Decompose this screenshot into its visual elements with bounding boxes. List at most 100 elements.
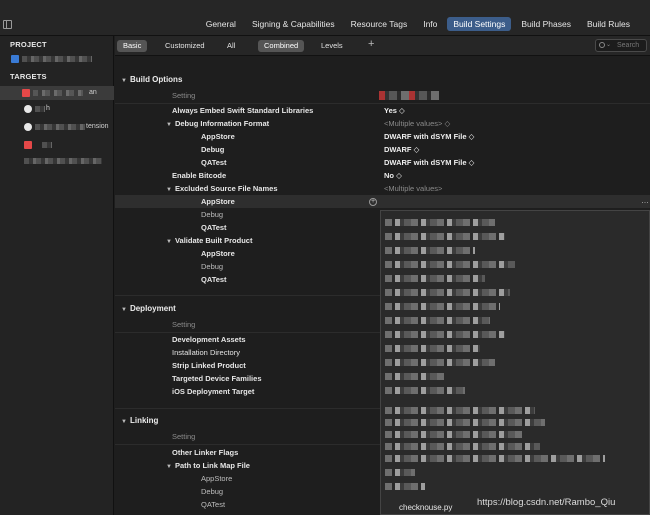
project-item[interactable] <box>0 52 114 66</box>
setting-label: Installation Directory <box>172 348 240 357</box>
setting-label-wrap: ▼ Excluded Source File Names <box>166 184 278 193</box>
setting-label: Debug <box>201 145 225 154</box>
redacted-text <box>35 124 85 130</box>
setting-label: Strip Linked Product <box>172 361 246 370</box>
popover-file-entry[interactable]: checknouse.py <box>399 503 452 512</box>
redacted-entry <box>385 289 510 296</box>
watermark: https://blog.csdn.net/Rambo_Qiu <box>477 497 616 508</box>
redacted-entry <box>385 233 505 240</box>
app-target-icon <box>24 141 32 149</box>
setting-label-wrap: ▼ Validate Built Product <box>166 236 252 245</box>
redacted-entry <box>385 345 480 352</box>
disclosure-triangle-icon[interactable]: ▼ <box>121 419 127 425</box>
redacted-entry <box>385 469 415 476</box>
linking-section[interactable]: ▼ Linking <box>121 416 158 425</box>
redacted-entry <box>385 247 475 254</box>
setting-label: QATest <box>201 275 227 284</box>
setting-value[interactable]: Yes ◇ <box>384 106 405 115</box>
tab-resource-tags[interactable]: Resource Tags <box>345 17 414 31</box>
tab-build-rules[interactable]: Build Rules <box>581 17 636 31</box>
filter-basic-button[interactable]: Basic <box>117 40 148 52</box>
setting-label: Debug Information Format <box>174 119 270 128</box>
setting-value[interactable]: DWARF ◇ <box>384 145 419 154</box>
target-item[interactable]: h <box>0 102 114 116</box>
redacted-entry <box>385 317 490 324</box>
setting-label: Targeted Device Families <box>172 374 262 383</box>
setting-label: Enable Bitcode <box>172 171 227 180</box>
build-options-section[interactable]: ▼ Build Options <box>121 75 182 84</box>
target-item[interactable]: an <box>0 86 114 100</box>
more-icon[interactable]: … <box>641 196 649 205</box>
deployment-section[interactable]: ▼ Deployment <box>121 304 176 313</box>
setting-label-wrap: ▼ Debug Information Format <box>166 119 269 128</box>
project-section-header: PROJECT <box>10 40 47 49</box>
filter-customized-button[interactable]: Customized <box>159 40 211 52</box>
setting-value[interactable]: No ◇ <box>384 171 402 180</box>
redacted-entry <box>385 419 545 426</box>
extension-target-icon <box>24 105 32 113</box>
setting-row-debug-format-debug[interactable]: Debug DWARF ◇ <box>115 143 650 156</box>
target-label: h <box>46 105 50 112</box>
redacted-entry <box>385 443 540 450</box>
setting-value[interactable]: <Multiple values> <box>384 184 442 193</box>
setting-label: Validate Built Product <box>174 236 253 245</box>
redacted-entry <box>385 275 485 282</box>
filter-levels-button[interactable]: Levels <box>315 40 349 52</box>
setting-row-excluded-appstore[interactable]: AppStore <box>115 195 650 208</box>
setting-label: AppStore <box>201 197 235 206</box>
search-field[interactable]: ⌄ Search <box>595 39 647 52</box>
setting-label: Debug <box>201 210 224 219</box>
setting-row-embed-swift[interactable]: Always Embed Swift Standard Libraries Ye… <box>115 104 650 117</box>
setting-row-enable-bitcode[interactable]: Enable Bitcode No ◇ <box>115 169 650 182</box>
setting-label: Path to Link Map File <box>174 461 250 470</box>
disclosure-triangle-icon[interactable]: ▼ <box>166 122 172 128</box>
setting-label: AppStore <box>201 132 235 141</box>
setting-label: iOS Deployment Target <box>172 387 255 396</box>
tab-general[interactable]: General <box>200 17 242 31</box>
target-item[interactable] <box>0 138 114 152</box>
target-item[interactable] <box>0 154 114 168</box>
tab-build-phases[interactable]: Build Phases <box>515 17 577 31</box>
tab-info[interactable]: Info <box>417 17 443 31</box>
disclosure-triangle-icon[interactable]: ▼ <box>166 187 172 193</box>
disclosure-triangle-icon[interactable]: ▼ <box>166 239 172 245</box>
disclosure-triangle-icon[interactable]: ▼ <box>121 78 127 84</box>
setting-value[interactable]: <Multiple values> ◇ <box>384 119 450 128</box>
setting-row-excluded-names[interactable]: ▼ Excluded Source File Names <Multiple va… <box>115 182 650 195</box>
setting-label-wrap: ▼ Path to Link Map File <box>166 461 250 470</box>
disclosure-triangle-icon[interactable]: ▼ <box>166 464 172 470</box>
setting-label: QATest <box>201 500 226 509</box>
setting-row-debug-format[interactable]: ▼ Debug Information Format <Multiple valu… <box>115 117 650 130</box>
redacted-entry <box>385 359 495 366</box>
build-settings-filter-bar: Basic Customized All Combined Levels + ⌄… <box>115 36 650 56</box>
target-label: tension <box>86 123 109 130</box>
tab-signing-capabilities[interactable]: Signing & Capabilities <box>246 17 341 31</box>
add-setting-icon[interactable]: + <box>368 38 374 50</box>
editor-tabs: General Signing & Capabilities Resource … <box>196 17 636 31</box>
setting-label: Other Linker Flags <box>172 448 239 457</box>
setting-row-debug-format-qatest[interactable]: QATest DWARF with dSYM File ◇ <box>115 156 650 169</box>
tab-build-settings[interactable]: Build Settings <box>447 17 512 31</box>
add-value-icon[interactable]: + <box>369 198 377 206</box>
redacted-entry <box>385 331 505 338</box>
setting-row-debug-format-appstore[interactable]: AppStore DWARF with dSYM File ◇ <box>115 130 650 143</box>
setting-value[interactable]: DWARF with dSYM File ◇ <box>384 132 474 141</box>
filter-combined-button[interactable]: Combined <box>258 40 305 52</box>
project-file-icon <box>11 55 19 63</box>
redacted-entry <box>385 261 515 268</box>
chevron-down-icon: ⌄ <box>606 42 612 48</box>
setting-label: Debug <box>201 487 224 496</box>
section-title: Build Options <box>129 75 183 84</box>
column-header-row: Setting <box>115 89 650 102</box>
setting-label: Excluded Source File Names <box>174 184 278 193</box>
excluded-files-popover[interactable]: checknouse.py <box>380 210 650 515</box>
redacted-entry <box>385 373 445 380</box>
target-item[interactable]: tension <box>0 120 114 134</box>
redacted-text <box>33 90 83 96</box>
setting-value[interactable]: DWARF with dSYM File ◇ <box>384 158 474 167</box>
redacted-text <box>35 106 45 112</box>
setting-label: AppStore <box>201 249 235 258</box>
sidebar-toggle-icon[interactable] <box>3 20 12 29</box>
filter-all-button[interactable]: All <box>221 40 241 52</box>
disclosure-triangle-icon[interactable]: ▼ <box>121 307 127 313</box>
